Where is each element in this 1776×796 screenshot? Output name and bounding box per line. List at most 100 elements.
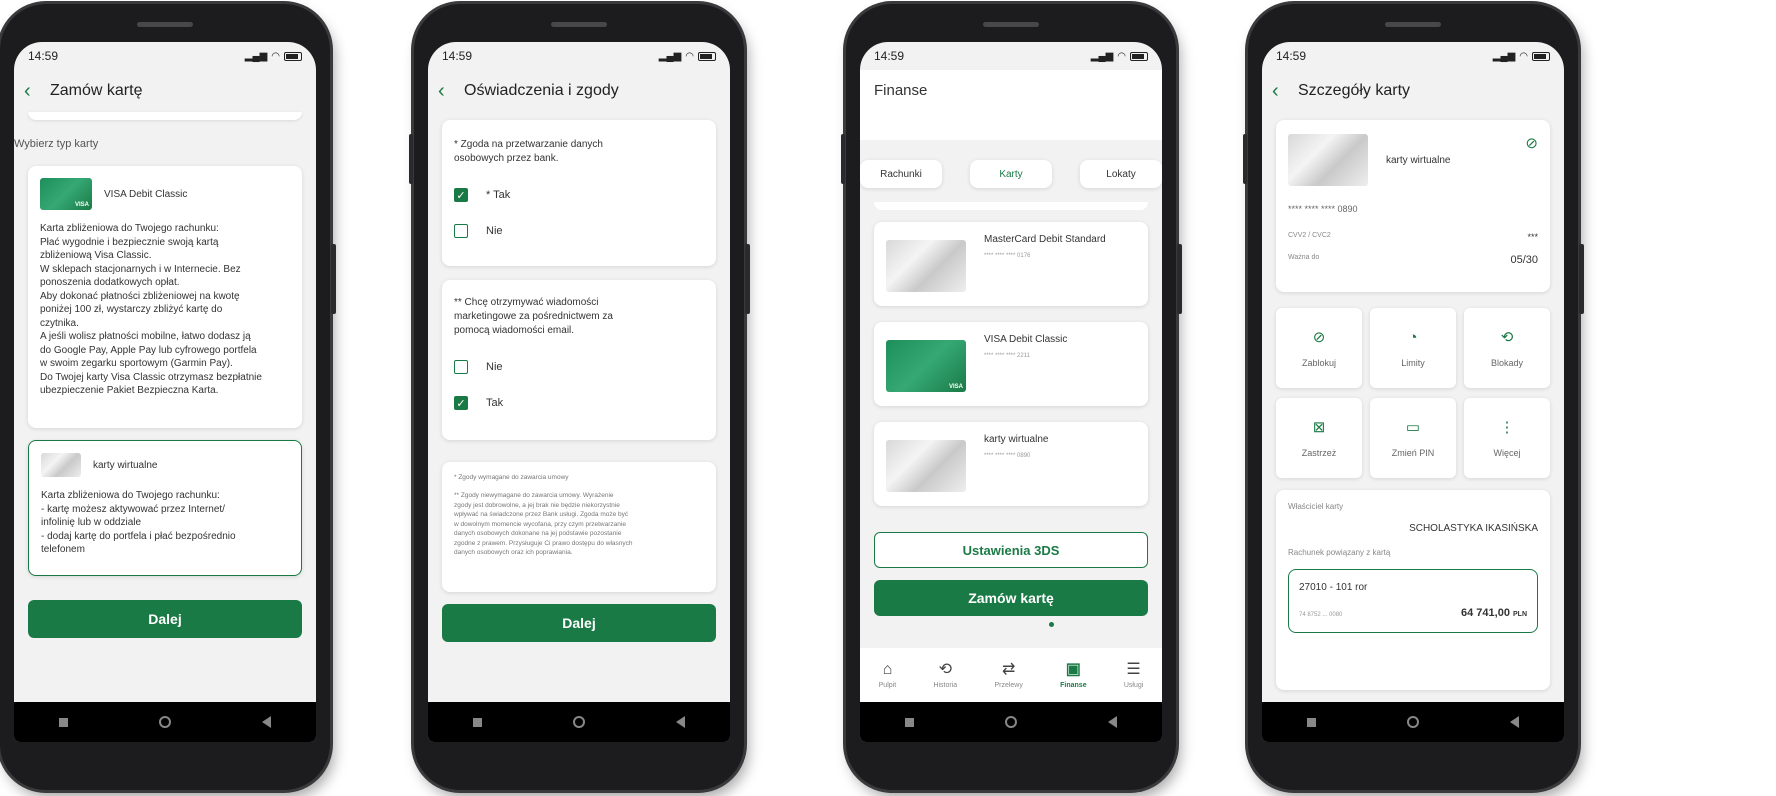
valid-row: Ważna do 05/30 — [1288, 254, 1538, 266]
eye-off-icon[interactable]: ⊘ — [1525, 134, 1538, 152]
wifi-icon: ◠ — [685, 50, 694, 62]
action-more[interactable]: ⋮ Więcej — [1464, 398, 1550, 478]
back-triangle-icon[interactable] — [261, 716, 271, 728]
tab-przelewy[interactable]: ⇄ Przelewy — [994, 661, 1022, 689]
checkbox-checked-icon[interactable]: ✓ — [454, 188, 468, 202]
home-circle-icon[interactable] — [158, 716, 171, 728]
consent-option-no[interactable]: Nie — [454, 224, 704, 238]
speaker — [137, 22, 193, 27]
action-label: Zablokuj — [1301, 358, 1337, 368]
card-number: **** **** **** 0890 — [984, 453, 1031, 459]
page-title: Szczegóły karty — [1298, 82, 1411, 99]
signal-icon: ▂▄▆ — [658, 50, 682, 62]
action-change-pin[interactable]: ▭ Zmień PIN — [1370, 398, 1456, 478]
status-bar: 14:59 ▂▄▆ ◠ — [428, 42, 730, 70]
action-holds[interactable]: ⟲ Blokady — [1464, 308, 1550, 388]
description-line: danych osobowych oraz ich poprawiania. — [454, 549, 573, 556]
recents-icon[interactable] — [59, 717, 69, 727]
page-title: Finanse — [874, 82, 928, 99]
order-card-button[interactable]: Zamów kartę — [874, 580, 1148, 616]
card-details-panel: karty wirtualne ⊘ **** **** **** 0890 CV… — [1276, 120, 1550, 292]
virtual-card-option[interactable]: karty wirtualne Karta zbliżeniowa do Two… — [28, 440, 302, 576]
page-title: Zamów kartę — [50, 82, 143, 99]
card-list-item[interactable]: VISA Debit Classic **** **** **** 2211 — [874, 322, 1148, 406]
account-number: 74 8752 ... 0080 — [1299, 612, 1343, 618]
cvv-row: CVV2 / CVC2 *** — [1288, 232, 1538, 242]
home-circle-icon[interactable] — [1004, 716, 1017, 728]
consent-option-yes[interactable]: ✓ * Tak — [454, 188, 704, 202]
recents-icon[interactable] — [1307, 717, 1317, 727]
phone-4: 14:59 ▂▄▆ ◠ ‹ Szczegóły karty karty wirtu… — [1243, 4, 1584, 790]
3ds-settings-button[interactable]: Ustawienia 3DS — [874, 532, 1148, 568]
tab-label: Pulpit — [878, 681, 897, 689]
tab-rachunki[interactable]: Rachunki — [860, 160, 942, 188]
description-line: - kartę możesz aktywować przez Internet/ — [41, 503, 225, 515]
description-line: Karta zbliżeniowa do Twojego rachunku: — [40, 223, 219, 234]
header: ‹ Oświadczenia i zgody — [428, 70, 730, 112]
description-line: infolinię lub w oddziale — [41, 517, 142, 528]
back-triangle-icon[interactable] — [1509, 716, 1519, 728]
description-line: poniżej 100 zł, wystarczy zbliżyć kartę … — [40, 304, 223, 315]
card-top-remnant — [28, 112, 302, 120]
recents-icon[interactable] — [905, 717, 915, 727]
checkbox-empty-icon[interactable] — [454, 224, 468, 238]
option-label: Nie — [486, 361, 503, 373]
checkbox-checked-icon[interactable]: ✓ — [454, 396, 468, 410]
description-line: telefonem — [41, 544, 85, 555]
tab-historia[interactable]: ⟲ Historia — [933, 660, 957, 689]
android-nav-bar — [14, 702, 316, 742]
description-line: w swoim zegarku sportowym (Garmin Pay). — [40, 358, 233, 369]
card-info: MasterCard Debit Standard **** **** ****… — [984, 234, 1106, 294]
tab-finanse[interactable]: ▣ Finanse — [1060, 661, 1086, 689]
back-arrow-icon[interactable]: ‹ — [1272, 80, 1298, 103]
description-line: ** Zgody niewymagane do zawarcia umowy. … — [454, 492, 614, 499]
back-arrow-icon[interactable]: ‹ — [24, 80, 50, 103]
history-icon: ⟲ — [938, 660, 952, 678]
account-details: 74 8752 ... 0080 64 741,00 PLN — [1299, 607, 1527, 619]
pin-icon: ▭ — [1405, 419, 1421, 436]
account-label: Rachunek powiązany z kartą — [1288, 548, 1391, 557]
tab-karty[interactable]: Karty — [970, 160, 1052, 188]
action-restrict[interactable]: ⊠ Zastrzeż — [1276, 398, 1362, 478]
status-time: 14:59 — [874, 49, 905, 63]
owner-name: SCHOLASTYKA IKASIŃSKA — [1409, 523, 1538, 534]
cvv-label: CVV2 / CVC2 — [1288, 232, 1331, 239]
description-line: do Google Pay, Apple Pay lub cyfrowego p… — [40, 344, 257, 356]
card-list-item[interactable]: MasterCard Debit Standard **** **** ****… — [874, 222, 1148, 306]
card-list-item[interactable]: karty wirtualne **** **** **** 0890 — [874, 422, 1148, 506]
next-button[interactable]: Dalej — [442, 604, 716, 642]
visa-card-image — [886, 340, 966, 392]
screen-finance: 14:59 ▂▄▆ ◠ Finanse Rachunki Karty Lokaty… — [860, 42, 1162, 742]
action-block[interactable]: ⊘ Zablokuj — [1276, 308, 1362, 388]
tab-uslugi[interactable]: ☰ Usługi — [1124, 661, 1143, 689]
back-triangle-icon[interactable] — [1107, 716, 1117, 728]
action-limits[interactable]: ◔ Limity — [1370, 308, 1456, 388]
account-balance: 64 741,00 PLN — [1461, 607, 1527, 619]
description-line: zbliżeniową Visa Classic. — [40, 250, 152, 261]
consent-option-yes[interactable]: ✓ Tak — [454, 396, 704, 410]
home-icon: ⌂ — [882, 660, 893, 678]
back-arrow-icon[interactable]: ‹ — [438, 80, 464, 103]
description-line: wpływać na świadczone przez Bank usługi.… — [454, 511, 629, 518]
back-triangle-icon[interactable] — [675, 716, 685, 728]
recents-icon[interactable] — [473, 717, 483, 727]
android-nav-bar — [1262, 702, 1564, 742]
virtual-card-image — [886, 440, 966, 492]
home-circle-icon[interactable] — [1406, 716, 1419, 728]
screen-order-card: 14:59 ▂▄▆ ◠ ‹ Zamów kartę Wybierz typ kar… — [14, 42, 316, 742]
cvv-value: *** — [1527, 232, 1538, 242]
section-label: Wybierz typ karty — [14, 138, 99, 150]
linked-account-card[interactable]: 27010 - 101 ror 74 8752 ... 0080 64 741,… — [1288, 569, 1538, 633]
finance-tabs: Rachunki Karty Lokaty — [860, 160, 1162, 188]
block-icon: ⊘ — [1312, 329, 1326, 346]
checkbox-empty-icon[interactable] — [454, 360, 468, 374]
consent-option-no[interactable]: Nie — [454, 360, 704, 374]
virtual-card-image — [1288, 134, 1368, 186]
next-button[interactable]: Dalej — [28, 600, 302, 638]
tab-pulpit[interactable]: ⌂ Pulpit — [878, 660, 897, 689]
visa-card-option[interactable]: VISA Debit Classic Karta zbliżeniowa do … — [28, 166, 302, 428]
tab-lokaty[interactable]: Lokaty — [1080, 160, 1162, 188]
home-circle-icon[interactable] — [572, 716, 585, 728]
card-option-name: karty wirtualne — [93, 459, 158, 471]
consent-card-1: * Zgoda na przetwarzanie danych osobowyc… — [442, 120, 716, 266]
